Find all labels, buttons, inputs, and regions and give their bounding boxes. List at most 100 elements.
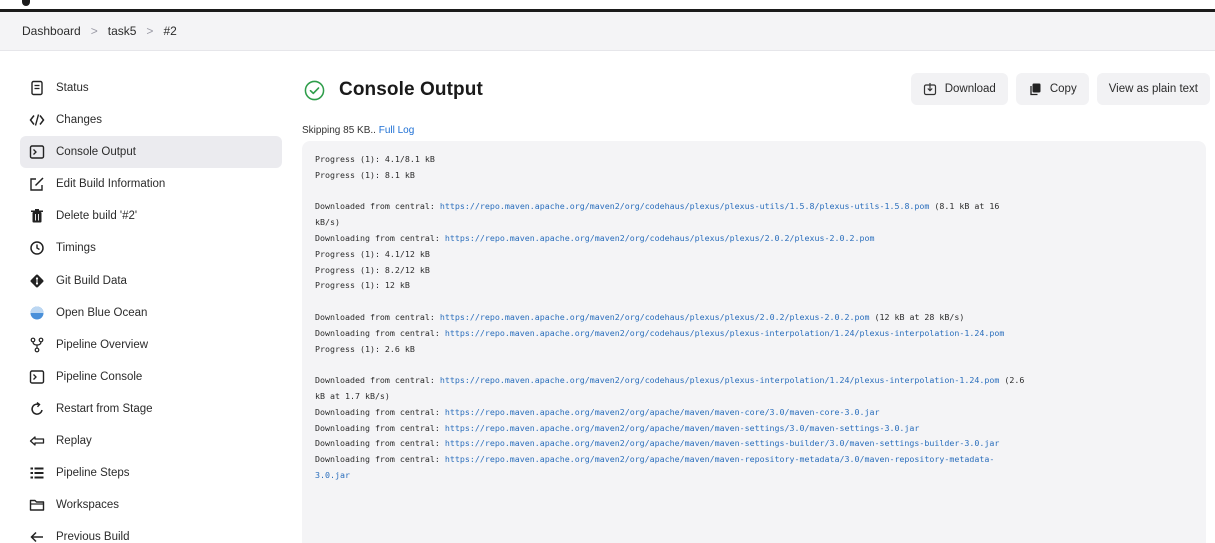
sidebar-item-status[interactable]: Status xyxy=(20,72,282,104)
sidebar-item-previous-build[interactable]: Previous Build xyxy=(20,521,282,543)
breadcrumb-job[interactable]: task5 xyxy=(108,24,137,38)
sidebar-item-pipeline-overview[interactable]: Pipeline Overview xyxy=(20,329,282,361)
header-logo-mark xyxy=(22,0,30,6)
code-icon xyxy=(28,111,46,129)
console-artifact-link[interactable]: https://repo.maven.apache.org/maven2/org… xyxy=(445,423,920,433)
copy-label: Copy xyxy=(1049,83,1077,95)
breadcrumb-separator: > xyxy=(146,24,154,38)
sidebar-item-workspaces[interactable]: Workspaces xyxy=(20,489,282,521)
console-output-panel[interactable]: Progress (1): 4.1/8.1 kB Progress (1): 8.… xyxy=(302,141,1206,543)
sidebar-item-label: Pipeline Overview xyxy=(56,338,149,351)
success-check-icon xyxy=(304,80,325,100)
terminal-icon xyxy=(28,143,46,161)
page-header: Console Output Download Copy View as pla… xyxy=(304,72,1210,108)
sidebar-item-label: Restart from Stage xyxy=(56,402,153,415)
console-text: kB at 1.7 kB/s) xyxy=(315,390,390,401)
sidebar-item-changes[interactable]: Changes xyxy=(20,104,282,136)
view-plain-text-button[interactable]: View as plain text xyxy=(1096,73,1210,105)
sidebar-item-label: Replay xyxy=(56,435,92,448)
console-line: Downloaded from central: https://repo.ma… xyxy=(315,373,1194,389)
sidebar-item-delete-build[interactable]: Delete build '#2' xyxy=(20,200,282,232)
console-line: Downloading from central: https://repo.m… xyxy=(315,421,1194,437)
console-log: Progress (1): 4.1/8.1 kB Progress (1): 8.… xyxy=(315,152,1194,484)
sidebar-item-label: Pipeline Steps xyxy=(56,467,130,480)
console-line: Progress (1): 4.1/8.1 kB xyxy=(315,152,1194,168)
sidebar-item-replay[interactable]: Replay xyxy=(20,425,282,457)
console-prefix: Downloading from central: xyxy=(315,327,445,338)
console-line: Progress (1): 8.2/12 kB xyxy=(315,263,1194,279)
console-prefix: Downloading from central: xyxy=(315,422,445,433)
sidebar-item-pipeline-steps[interactable]: Pipeline Steps xyxy=(20,457,282,489)
sidebar-item-pipeline-console[interactable]: Pipeline Console xyxy=(20,361,282,393)
sidebar-item-open-blue-ocean[interactable]: Open Blue Ocean xyxy=(20,297,282,329)
console-artifact-link[interactable]: https://repo.maven.apache.org/maven2/org… xyxy=(445,407,880,417)
console-line: Downloading from central: https://repo.m… xyxy=(315,405,1194,421)
breadcrumb-dashboard[interactable]: Dashboard xyxy=(22,24,81,38)
replay-icon xyxy=(28,432,46,450)
console-artifact-link[interactable]: https://repo.maven.apache.org/maven2/org… xyxy=(440,201,930,211)
console-artifact-link[interactable]: https://repo.maven.apache.org/maven2/org… xyxy=(445,233,875,243)
console-text: Progress (1): 8.1 kB xyxy=(315,169,415,180)
console-artifact-link[interactable]: 3.0.jar xyxy=(315,470,350,480)
console-prefix: Downloading from central: xyxy=(315,232,445,243)
console-prefix: Downloading from central: xyxy=(315,438,445,449)
breadcrumb-separator: > xyxy=(90,24,98,38)
console-line: 3.0.jar xyxy=(315,468,1194,484)
document-icon xyxy=(28,79,46,97)
trash-icon xyxy=(28,207,46,225)
restart-icon xyxy=(28,400,46,418)
console-prefix: Downloading from central: xyxy=(315,454,445,465)
console-artifact-link[interactable]: https://repo.maven.apache.org/maven2/org… xyxy=(440,375,999,385)
console-artifact-link[interactable]: https://repo.maven.apache.org/maven2/org… xyxy=(445,454,994,464)
console-text: Progress (1): 12 kB xyxy=(315,280,410,291)
console-suffix: (2.6 xyxy=(999,375,1025,386)
sidebar-item-label: Workspaces xyxy=(56,499,120,512)
console-line: Progress (1): 8.1 kB xyxy=(315,168,1194,184)
edit-icon xyxy=(28,175,46,193)
sidebar-item-label: Console Output xyxy=(56,146,136,159)
console-suffix: (8.1 kB at 16 xyxy=(929,201,1000,212)
sidebar-item-git-build-data[interactable]: Git Build Data xyxy=(20,265,282,297)
pipeline-icon xyxy=(28,336,46,354)
console-line: Downloading from central: https://repo.m… xyxy=(315,326,1194,342)
full-log-link[interactable]: Full Log xyxy=(379,125,415,136)
console-text: Progress (1): 8.2/12 kB xyxy=(315,264,430,275)
console-text: Progress (1): 2.6 kB xyxy=(315,343,415,354)
console-line: Progress (1): 4.1/12 kB xyxy=(315,247,1194,263)
sidebar-item-restart-from-stage[interactable]: Restart from Stage xyxy=(20,393,282,425)
sidebar-item-label: Status xyxy=(56,82,89,94)
console-line: Downloading from central: https://repo.m… xyxy=(315,452,1194,468)
sidebar-item-console-output[interactable]: Console Output xyxy=(20,136,282,169)
sidebar: Status Changes Console Output Edit Build… xyxy=(20,72,282,543)
console-line: kB at 1.7 kB/s) xyxy=(315,389,1194,405)
view-plain-text-label: View as plain text xyxy=(1108,83,1198,95)
breadcrumb-build[interactable]: #2 xyxy=(163,24,176,38)
console-text: kB/s) xyxy=(315,217,340,228)
sidebar-item-label: Open Blue Ocean xyxy=(56,306,148,319)
console-artifact-link[interactable]: https://repo.maven.apache.org/maven2/org… xyxy=(445,328,1004,338)
console-artifact-link[interactable]: https://repo.maven.apache.org/maven2/org… xyxy=(440,312,870,322)
console-artifact-link[interactable]: https://repo.maven.apache.org/maven2/org… xyxy=(445,438,999,448)
arrow-left-icon xyxy=(28,528,46,543)
console-line: Downloading from central: https://repo.m… xyxy=(315,436,1194,452)
console-text: Progress (1): 4.1/8.1 kB xyxy=(315,154,435,164)
sidebar-item-label: Timings xyxy=(56,242,96,255)
download-button[interactable]: Download xyxy=(910,73,1008,105)
sidebar-item-edit-build-information[interactable]: Edit Build Information xyxy=(20,168,282,200)
top-header-strip xyxy=(0,0,1215,12)
console-prefix: Downloaded from central: xyxy=(315,311,440,322)
blue-ocean-icon xyxy=(28,304,46,322)
breadcrumb: Dashboard > task5 > #2 xyxy=(0,12,1215,51)
page-title: Console Output xyxy=(339,79,483,100)
download-icon xyxy=(923,82,937,96)
console-text: Progress (1): 4.1/12 kB xyxy=(315,248,430,259)
console-prefix: Downloaded from central: xyxy=(315,201,440,212)
folder-icon xyxy=(28,496,46,514)
sidebar-item-label: Changes xyxy=(56,114,103,127)
sidebar-item-timings[interactable]: Timings xyxy=(20,232,282,264)
copy-button[interactable]: Copy xyxy=(1015,73,1089,105)
console-line: Downloading from central: https://repo.m… xyxy=(315,231,1194,247)
